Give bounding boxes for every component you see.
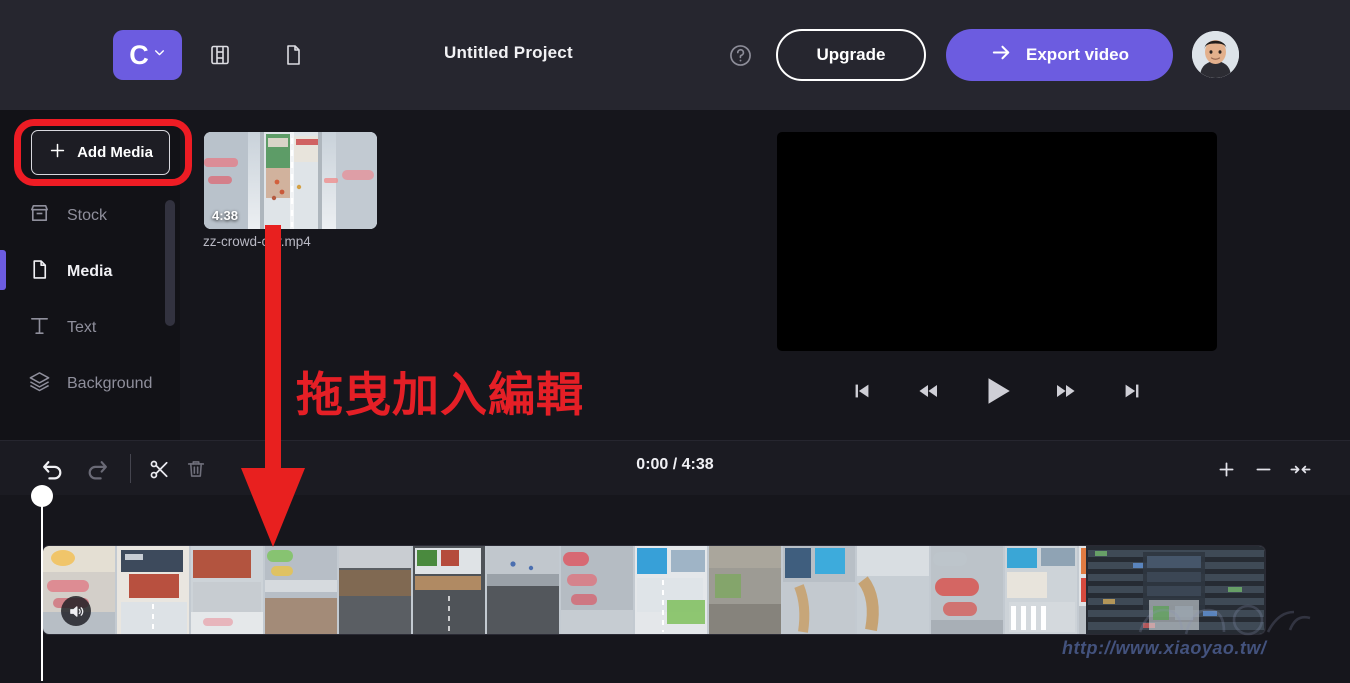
avatar[interactable]	[1192, 31, 1239, 78]
playhead-line	[41, 493, 43, 681]
app-logo-letter: C	[129, 39, 149, 70]
export-video-label: Export video	[1026, 45, 1129, 64]
timeline[interactable]	[0, 493, 1350, 683]
top-bar: C Untitled Project Upgrade Export video	[0, 0, 1350, 110]
zoom-out-icon[interactable]	[1249, 455, 1277, 483]
clipchamp-editor-window: C Untitled Project Upgrade Export video …	[0, 0, 1350, 683]
document-icon[interactable]	[275, 37, 311, 73]
video-preview-canvas[interactable]	[777, 132, 1217, 351]
chevron-down-icon	[153, 46, 166, 64]
arrow-right-icon	[990, 41, 1013, 69]
playback-controls	[777, 368, 1217, 414]
store-icon	[28, 202, 51, 230]
text-t-icon	[28, 314, 51, 342]
playhead-handle[interactable]	[31, 485, 53, 507]
sidebar-item-label: Media	[67, 263, 113, 280]
sidebar-item-media[interactable]: Media	[28, 252, 178, 292]
plus-icon	[48, 141, 67, 164]
sidebar-item-label: Stock	[67, 207, 108, 224]
project-title[interactable]: Untitled Project	[444, 43, 573, 63]
app-logo-menu-button[interactable]: C	[113, 30, 182, 80]
preview-panel	[777, 110, 1350, 440]
media-thumbnail[interactable]: 4:38	[204, 132, 377, 229]
sidebar-scrollbar[interactable]	[165, 200, 175, 326]
document-icon	[28, 258, 51, 286]
left-sidebar: Add Media Stock Media Text Background	[0, 110, 180, 440]
play-icon[interactable]	[980, 374, 1014, 408]
clip-volume-button[interactable]	[61, 596, 91, 626]
timeline-clip[interactable]	[42, 545, 1266, 635]
zoom-in-icon[interactable]	[1212, 455, 1240, 483]
upgrade-button[interactable]: Upgrade	[776, 29, 926, 81]
sidebar-item-background[interactable]: Background	[28, 364, 178, 404]
sidebar-item-stock[interactable]: Stock	[28, 196, 178, 236]
media-duration-badge: 4:38	[212, 208, 239, 223]
media-panel: 4:38 zz-crowd-city.mp4	[180, 110, 777, 440]
film-strip-icon[interactable]	[202, 37, 238, 73]
timeline-toolbar: 0:00 / 4:38	[0, 440, 1350, 495]
add-media-button[interactable]: Add Media	[31, 130, 170, 175]
sidebar-item-label: Background	[67, 375, 153, 392]
sidebar-item-label: Text	[67, 319, 97, 336]
fit-to-screen-icon[interactable]	[1286, 455, 1314, 483]
rewind-icon[interactable]	[914, 377, 942, 405]
timecode-display: 0:00 / 4:38	[636, 456, 714, 473]
sidebar-active-indicator	[0, 250, 6, 290]
export-video-button[interactable]: Export video	[946, 29, 1173, 81]
media-filename: zz-crowd-city.mp4	[203, 234, 311, 249]
skip-previous-icon[interactable]	[848, 377, 876, 405]
fast-forward-icon[interactable]	[1052, 377, 1080, 405]
help-circle-icon[interactable]	[722, 37, 758, 73]
add-media-label: Add Media	[77, 144, 153, 161]
skip-next-icon[interactable]	[1118, 377, 1146, 405]
sidebar-item-text[interactable]: Text	[28, 308, 178, 348]
layers-icon	[28, 370, 51, 398]
